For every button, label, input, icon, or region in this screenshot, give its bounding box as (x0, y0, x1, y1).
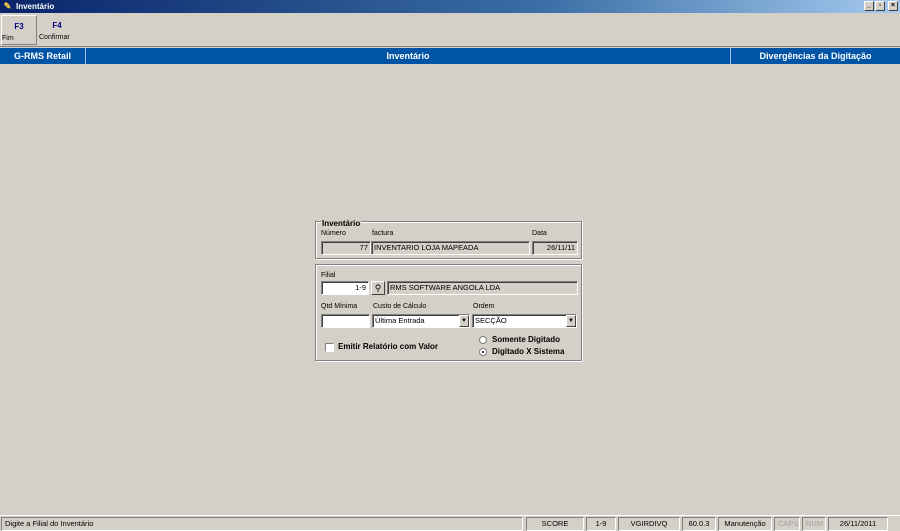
status-date: 26/11/2011 (828, 517, 888, 531)
module-title: Inventário (86, 48, 731, 64)
data-field[interactable]: 26/11/11 (532, 241, 578, 255)
fim-button[interactable]: F3 Fim (1, 15, 37, 45)
factura-field[interactable]: INVENTARIO LOJA MAPEADA (371, 241, 530, 255)
custo-select[interactable]: Última Entrada ▼ (372, 314, 470, 328)
filial-field[interactable]: 1-9 (321, 281, 369, 295)
confirmar-label: Confirmar (39, 34, 70, 41)
qtd-minima-field[interactable] (321, 314, 370, 328)
fim-label: Fim (2, 35, 14, 42)
ordem-label: Ordem (473, 303, 495, 310)
custo-value: Última Entrada (375, 316, 425, 325)
parametros-group: Filial 1-9 ⚲ RMS SOFTWARE ANGOLA LDA Qtd… (315, 264, 582, 361)
factura-label: factura (372, 230, 394, 237)
minimize-button[interactable]: _ (864, 1, 874, 11)
status-num: NUM (802, 517, 826, 531)
ordem-select[interactable]: SECÇÃO ▼ (472, 314, 577, 328)
chevron-down-icon[interactable]: ▼ (459, 315, 469, 327)
status-message: Digite a Filial do Inventário (1, 517, 523, 531)
confirmar-key: F4 (52, 21, 62, 30)
toolbar: F3 Fim F4 Confirmar (0, 13, 900, 47)
inventario-group: Inventário Número 77 factura INVENTARIO … (315, 219, 582, 259)
status-version: 60.0.3 (682, 517, 716, 531)
binoculars-icon[interactable]: ⚲ (371, 281, 385, 295)
screen-title: Divergências da Digitação (759, 51, 872, 61)
app-icon: ✎ (3, 1, 12, 11)
window-titlebar: ✎ Inventário _ ▫ × (0, 0, 900, 13)
status-caps: CAPS (774, 517, 800, 531)
restore-button[interactable]: ▫ (875, 1, 885, 11)
data-label: Data (532, 230, 547, 237)
digitado-x-sistema-label: Digitado X Sistema (492, 347, 565, 356)
header-band: G-RMS Retail Inventário Divergências da … (0, 48, 900, 64)
chevron-down-icon[interactable]: ▼ (566, 315, 576, 327)
emitir-checkbox[interactable] (325, 343, 334, 352)
somente-digitado-radio[interactable] (479, 336, 487, 344)
status-filial: 1-9 (586, 517, 616, 531)
status-bar: Digite a Filial do Inventário SCORE 1-9 … (0, 515, 900, 531)
somente-digitado-label: Somente Digitado (492, 335, 561, 344)
digitado-x-sistema-radio[interactable] (479, 348, 487, 356)
filial-name-field: RMS SOFTWARE ANGOLA LDA (387, 281, 578, 295)
inventario-legend: Inventário (321, 219, 362, 228)
numero-label: Número (321, 230, 346, 237)
app-name: G-RMS Retail (0, 48, 86, 64)
numero-field[interactable]: 77 (321, 241, 371, 255)
status-mode: Manutenção (718, 517, 772, 531)
status-score: SCORE (526, 517, 584, 531)
filial-label: Filial (321, 272, 336, 279)
fim-key: F3 (14, 22, 24, 31)
custo-label: Custo de Cálculo (373, 303, 427, 310)
emitir-label: Emitir Relatório com Valor (338, 342, 439, 351)
qtd-minima-label: Qtd Mínima (321, 303, 358, 310)
close-button[interactable]: × (888, 1, 898, 11)
status-program: VGIRDIVQ (618, 517, 680, 531)
confirmar-button[interactable]: F4 Confirmar (39, 15, 75, 45)
ordem-value: SECÇÃO (475, 316, 507, 325)
window-controls: _ ▫ × (864, 1, 898, 11)
window-title: Inventário (16, 2, 55, 11)
